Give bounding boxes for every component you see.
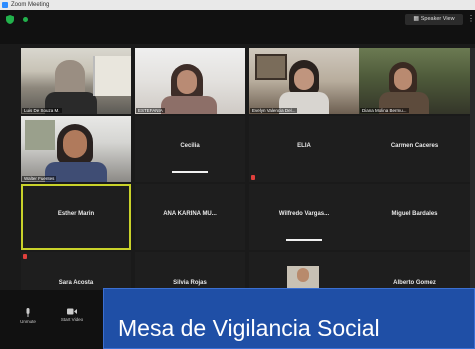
participant-name: Wilfredo Vargas... [278,211,330,217]
participant-tile[interactable]: Evelyn Valencia Del... [249,48,359,114]
participant-tile[interactable]: Wilfredo Vargas... [249,184,359,250]
participant-figure [55,60,85,96]
participant-photo [287,266,319,290]
participant-tile[interactable]: Luis De Souza M. [21,48,131,114]
participant-name: Esther Marin [57,211,95,217]
participant-tile[interactable]: ESTEFANIA [135,48,245,114]
security-status-icon[interactable] [23,17,28,22]
participant-tile[interactable]: ELIA [249,116,359,182]
participant-name: Walter Fuentes [22,176,57,181]
participant-tile[interactable]: Silvia Rojas [135,252,245,290]
zoom-logo-icon [2,2,8,8]
wall-picture [255,54,287,80]
participant-name: Diana Molina Bermu... [360,108,409,113]
participant-face [177,70,197,94]
participant-face [63,130,87,158]
participant-name: Carmen Caceres [390,143,439,149]
shield-icon[interactable] [6,15,14,24]
participant-tile[interactable]: Sara Acosta [21,252,131,290]
participant-tile[interactable]: ANA KARINA MU... [135,184,245,250]
video-label: Start Video [60,317,84,322]
participant-face [394,68,412,90]
participant-tile[interactable]: Alberto Gomez [359,252,470,290]
participant-tile[interactable]: Diana Molina Bermu... [359,48,470,114]
mute-button[interactable]: Unmute [10,296,46,324]
start-video-button[interactable]: Start Video [54,296,90,322]
participant-tile-active[interactable]: Esther Marin [21,184,131,250]
title-banner: Mesa de Vigilancia Social [103,288,475,349]
participant-name: Miguel Bardales [391,211,438,217]
participant-tile[interactable]: Carmen Caceres [359,116,470,182]
speaking-indicator [172,171,208,173]
participant-tile[interactable]: Walter Fuentes [21,116,131,182]
speaking-indicator [286,239,322,241]
participant-name: Alberto Gomez [393,280,436,286]
mute-label: Unmute [20,319,36,324]
participant-name: Evelyn Valencia Del... [250,108,298,113]
participant-name: Silvia Rojas [173,280,207,286]
muted-mic-icon [251,175,255,180]
microphone-icon [26,308,30,317]
photo-face [297,268,309,282]
participant-name: ELIA [297,143,311,149]
participant-name: Cecilia [180,143,200,149]
window-titlebar: Zoom Meeting [0,0,475,10]
participant-face [294,68,314,90]
participant-tile[interactable]: Miguel Bardales [359,184,470,250]
participant-name: Luis De Souza M. [22,108,62,113]
participant-name: ANA KARINA MU... [163,211,217,217]
meeting-topbar: Speaker View ⋮ [0,10,475,44]
banner-text: Mesa de Vigilancia Social [118,315,380,341]
bookshelf [93,56,131,96]
participant-name: ESTEFANIA [136,108,165,113]
muted-mic-icon [23,254,27,259]
scroll-edge [470,48,475,290]
participant-name: Sara Acosta [58,280,94,286]
participant-tile[interactable]: Cecilia [135,116,245,182]
window-title: Zoom Meeting [11,2,50,8]
participant-shirt [161,96,217,114]
speaker-view-button[interactable]: Speaker View [405,14,463,25]
more-icon[interactable]: ⋮ [467,15,475,23]
video-camera-icon [67,308,77,315]
wall-shelf [25,120,55,150]
participant-tile[interactable] [249,252,359,290]
